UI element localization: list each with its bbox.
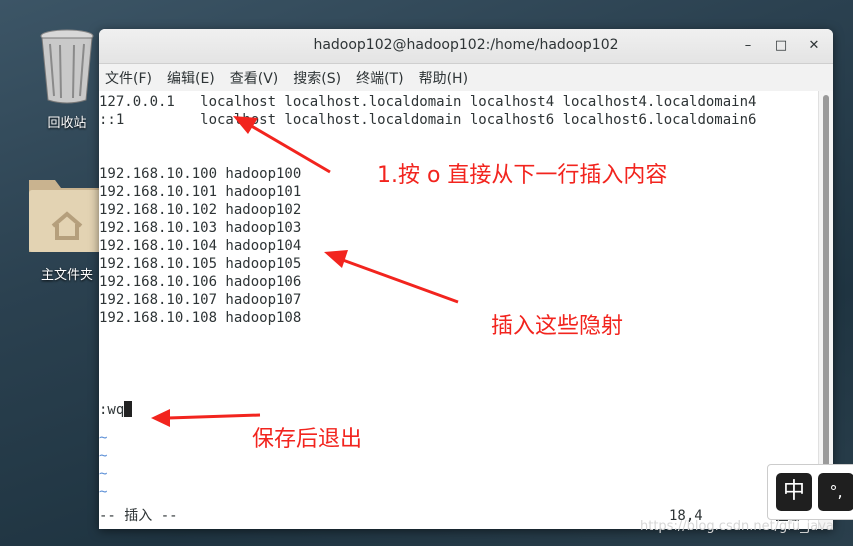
empty-line-tilde: ~ (99, 448, 108, 464)
menu-terminal[interactable]: 终端(T) (356, 68, 403, 88)
terminal-line: 192.168.10.106 hadoop106 (99, 274, 302, 290)
close-icon[interactable]: ✕ (805, 37, 823, 55)
scrollbar-thumb[interactable] (823, 95, 829, 515)
menu-view[interactable]: 查看(V) (230, 68, 279, 88)
window-title: hadoop102@hadoop102:/home/hadoop102 (313, 37, 619, 53)
command-line: :wq (99, 401, 133, 419)
terminal-line: 192.168.10.101 hadoop101 (99, 184, 302, 200)
menu-file[interactable]: 文件(F) (105, 68, 152, 88)
menu-bar: 文件(F) 编辑(E) 查看(V) 搜索(S) 终端(T) 帮助(H) (99, 64, 833, 92)
title-bar[interactable]: hadoop102@hadoop102:/home/hadoop102 – □ … (99, 29, 833, 64)
command-text: :wq (99, 402, 125, 418)
ime-toolbar: 中 °, (767, 464, 853, 520)
terminal-line: 192.168.10.103 hadoop103 (99, 220, 302, 236)
trash-icon (40, 29, 94, 104)
minimize-icon[interactable]: – (739, 37, 757, 55)
terminal-line: 192.168.10.108 hadoop108 (99, 310, 302, 326)
terminal-line: 192.168.10.104 hadoop104 (99, 238, 302, 254)
terminal-line: 192.168.10.107 hadoop107 (99, 292, 302, 308)
terminal-line: 127.0.0.1 localhost localhost.localdomai… (99, 94, 757, 110)
watermark: https://blog.csdn.net/gfu_java (640, 519, 834, 534)
menu-search[interactable]: 搜索(S) (293, 68, 341, 88)
vim-mode-indicator: -- 插入 -- (99, 508, 178, 524)
menu-edit[interactable]: 编辑(E) (167, 68, 215, 88)
annotation-step3: 保存后退出 (252, 427, 363, 452)
maximize-icon[interactable]: □ (772, 37, 790, 55)
empty-line-tilde: ~ (99, 430, 108, 446)
empty-line-tilde: ~ (99, 484, 108, 500)
ime-chinese-toggle[interactable]: 中 (776, 473, 812, 511)
menu-help[interactable]: 帮助(H) (419, 68, 468, 88)
terminal-line: 192.168.10.105 hadoop105 (99, 256, 302, 272)
annotation-step1: 1.按 o 直接从下一行插入内容 (377, 163, 668, 188)
terminal-line: 192.168.10.102 hadoop102 (99, 202, 302, 218)
terminal-window: hadoop102@hadoop102:/home/hadoop102 – □ … (99, 29, 833, 529)
text-cursor (124, 401, 133, 417)
terminal-line: ::1 localhost localhost.localdomain loca… (99, 112, 757, 128)
empty-line-tilde: ~ (99, 466, 108, 482)
home-folder-icon (29, 180, 105, 252)
terminal-line: 192.168.10.100 hadoop100 (99, 166, 302, 182)
annotation-step2: 插入这些隐射 (491, 314, 624, 339)
ime-punctuation-toggle[interactable]: °, (818, 473, 853, 511)
